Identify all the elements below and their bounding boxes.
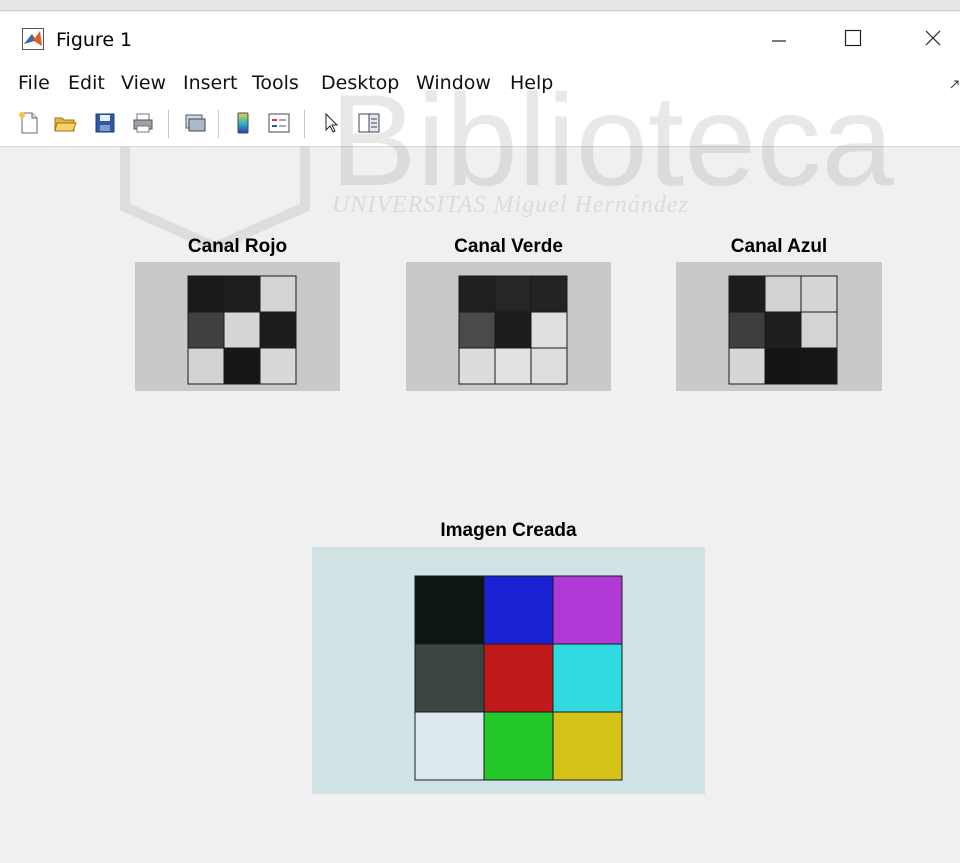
insert-legend-button[interactable] [264, 108, 294, 138]
color-patch [187, 311, 225, 349]
menu-insert[interactable]: Insert [183, 72, 238, 94]
toolbar-separator [218, 110, 219, 138]
color-patch [414, 711, 485, 781]
insert-colorbar-button[interactable] [228, 108, 258, 138]
close-button[interactable] [910, 20, 956, 56]
link-figure-button[interactable] [180, 108, 210, 138]
image-canal-verde [406, 262, 611, 391]
top-strip [0, 0, 960, 11]
minimize-button[interactable] [756, 20, 802, 56]
color-patch [552, 575, 623, 645]
color-patch [494, 275, 532, 313]
title-bar: Figure 1 [0, 12, 960, 66]
axis-title-imagen-creada: Imagen Creada [440, 520, 577, 541]
axis-title-canal-azul: Canal Azul [730, 236, 828, 257]
color-patch [728, 275, 766, 313]
color-patch [494, 347, 532, 385]
insert-legend-icon [268, 113, 290, 133]
matlab-logo-icon [22, 28, 44, 50]
menu-help[interactable]: Help [510, 72, 553, 94]
color-patch [458, 311, 496, 349]
color-patch [530, 311, 568, 349]
color-patch [728, 347, 766, 385]
figure-toolbar [0, 102, 960, 147]
color-patch [530, 275, 568, 313]
color-patch [259, 347, 297, 385]
color-patch [223, 347, 261, 385]
color-patch [259, 275, 297, 313]
save-icon [95, 113, 115, 133]
open-file-icon [54, 117, 77, 132]
menu-desktop[interactable]: Desktop [321, 72, 399, 94]
color-patch [552, 643, 623, 713]
minimize-icon [772, 40, 786, 42]
color-patch [764, 275, 802, 313]
new-figure-button[interactable] [14, 108, 44, 138]
image-imagen-creada [312, 547, 705, 794]
menu-view[interactable]: View [121, 72, 166, 94]
toolbar-separator [304, 110, 305, 138]
axis-title-canal-verde: Canal Verde [454, 236, 563, 257]
pointer-button[interactable] [316, 108, 346, 138]
pointer-icon [325, 112, 339, 133]
color-patch [530, 347, 568, 385]
color-patch [800, 275, 838, 313]
color-patch [187, 347, 225, 385]
menu-edit[interactable]: Edit [68, 72, 105, 94]
open-file-button[interactable] [50, 108, 80, 138]
image-canal-azul [676, 262, 882, 391]
color-patch [728, 311, 766, 349]
color-patch [414, 643, 485, 713]
color-patch [458, 347, 496, 385]
new-figure-icon [19, 112, 38, 134]
color-patch [414, 575, 485, 645]
menu-tools[interactable]: Tools [252, 72, 299, 94]
color-patch [187, 275, 225, 313]
toolbar-separator [168, 110, 169, 138]
menu-file[interactable]: File [18, 72, 50, 94]
color-patch [483, 643, 554, 713]
image-canal-rojo [135, 262, 340, 391]
save-button[interactable] [90, 108, 120, 138]
color-patch [552, 711, 623, 781]
color-patch [223, 275, 261, 313]
color-patch [458, 275, 496, 313]
color-patch [764, 347, 802, 385]
window-title: Figure 1 [56, 29, 133, 51]
watermark-subtitle: UNIVERSITAS Miguel Hernández [332, 192, 689, 218]
insert-colorbar-icon [237, 112, 249, 134]
color-patch [494, 311, 532, 349]
property-editor-button[interactable] [354, 108, 384, 138]
color-patch [764, 311, 802, 349]
color-patch [483, 711, 554, 781]
menu-window[interactable]: Window [416, 72, 491, 94]
property-editor-icon [358, 113, 380, 133]
print-button[interactable] [128, 108, 158, 138]
figure-canvas: Biblioteca UNIVERSITAS Miguel Hernández … [0, 67, 960, 863]
color-patch [259, 311, 297, 349]
axis-title-canal-rojo: Canal Rojo [187, 236, 288, 257]
close-icon [925, 30, 941, 46]
color-patch [800, 347, 838, 385]
menu-bar: File Edit View Insert Tools Desktop Wind… [0, 66, 960, 102]
dock-arrow-icon[interactable] [950, 80, 960, 90]
maximize-button[interactable] [830, 20, 876, 56]
color-patch [483, 575, 554, 645]
print-icon [133, 113, 153, 133]
maximize-icon [844, 29, 862, 47]
color-patch [223, 311, 261, 349]
link-figure-icon [185, 114, 206, 132]
color-patch [800, 311, 838, 349]
